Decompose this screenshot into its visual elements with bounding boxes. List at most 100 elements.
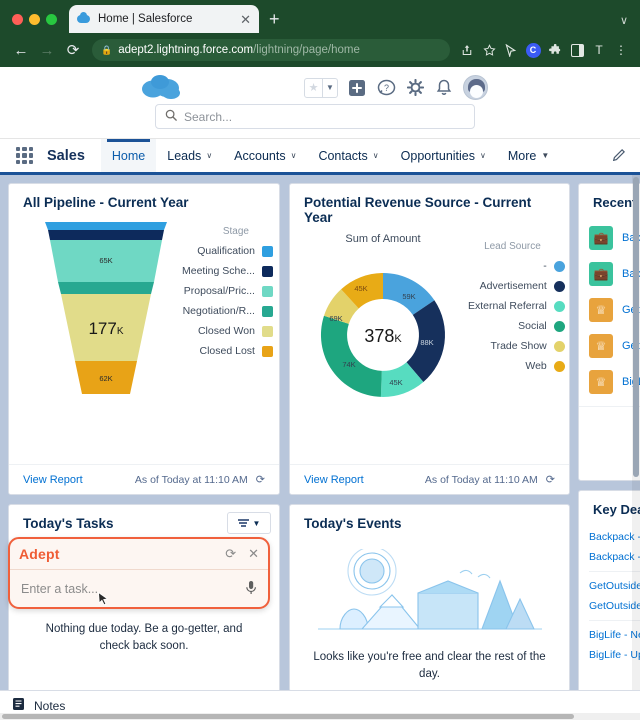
adept-task-widget[interactable]: Adept ⟳ ✕ Enter a task... <box>8 537 270 609</box>
profile-badge-icon[interactable]: C <box>522 39 544 61</box>
help-question-icon[interactable]: ? <box>376 78 396 98</box>
refresh-icon[interactable]: ⟳ <box>546 473 555 486</box>
page-horizontal-scrollbar[interactable] <box>0 713 640 720</box>
reload-button[interactable]: ⟳ <box>60 37 86 63</box>
chevron-down-icon[interactable]: ∨ <box>206 151 212 160</box>
setup-gear-icon[interactable] <box>405 78 425 98</box>
adept-widget-header: Adept ⟳ ✕ <box>10 539 268 570</box>
list-item[interactable]: 💼 Backpack-02 <box>579 256 640 292</box>
window-maximize-button[interactable] <box>46 14 57 25</box>
legend-item[interactable]: Trade Show <box>468 340 565 352</box>
svg-text:45K: 45K <box>354 284 367 293</box>
legend-item[interactable]: Web <box>468 360 565 372</box>
list-item[interactable]: ♕ GetOutside Inc <box>579 292 640 328</box>
tasks-filter-button[interactable]: ▼ <box>227 512 271 534</box>
app-launcher-button[interactable] <box>16 147 33 164</box>
forward-button[interactable]: → <box>34 37 60 63</box>
nav-tab-contacts[interactable]: Contacts ∨ <box>307 139 389 172</box>
nav-tab-label: Home <box>111 148 146 163</box>
refresh-icon[interactable]: ⟳ <box>256 473 265 486</box>
favorites-star-icon[interactable]: ★ <box>305 81 322 94</box>
dashboard-scrollbar[interactable] <box>632 175 640 712</box>
chevron-down-icon[interactable]: ∨ <box>480 151 486 160</box>
chrome-menu-icon[interactable]: ⋮ <box>610 39 632 61</box>
svg-text:59K: 59K <box>402 292 415 301</box>
legend-item[interactable]: Social <box>468 320 565 332</box>
key-deals-list: Backpack - 100 Units Backpack - 250 Unit… <box>579 523 640 669</box>
svg-text:?: ? <box>383 83 388 93</box>
legend-title: Stage <box>222 226 249 237</box>
share-icon[interactable] <box>456 39 478 61</box>
legend-label: Closed Lost <box>199 345 255 357</box>
legend-item[interactable]: Closed Lost <box>182 345 273 357</box>
user-avatar[interactable] <box>463 75 488 100</box>
page-scrollbar-thumb[interactable] <box>2 714 574 719</box>
back-button[interactable]: ← <box>8 37 34 63</box>
chevron-down-icon[interactable]: ∨ <box>620 14 628 27</box>
legend-item[interactable]: Closed Won <box>182 325 273 337</box>
adept-input-row[interactable]: Enter a task... <box>10 570 268 607</box>
search-icon <box>165 109 177 124</box>
address-bar[interactable]: 🔒 adept2.lightning.force.com/lightning/p… <box>92 39 450 61</box>
cursor-icon[interactable] <box>500 39 522 61</box>
notifications-bell-icon[interactable] <box>434 78 454 98</box>
salesforce-cloud-favicon-icon <box>77 12 91 26</box>
list-item[interactable]: ♕ GetOutside LLC <box>579 328 640 364</box>
legend-label: Closed Won <box>197 325 255 337</box>
adept-brand-label: Adept <box>19 546 60 562</box>
svg-text:69K: 69K <box>329 314 342 323</box>
window-minimize-button[interactable] <box>29 14 40 25</box>
close-icon[interactable]: ✕ <box>248 546 259 562</box>
legend-item[interactable]: Advertisement <box>468 280 565 292</box>
chevron-down-icon[interactable]: ∨ <box>291 151 297 160</box>
notes-label[interactable]: Notes <box>34 699 65 713</box>
favorites-control[interactable]: ★ ▼ <box>304 77 338 98</box>
salesforce-cloud-logo <box>137 73 185 103</box>
legend-swatch <box>553 320 565 332</box>
legend-item[interactable]: Meeting Sche... <box>182 265 273 277</box>
donut-legend: Lead Source - Advertisement External Ref… <box>468 231 565 421</box>
microphone-icon[interactable] <box>245 580 257 598</box>
list-item[interactable]: ♕ BigLife Corp <box>579 364 640 400</box>
legend-item[interactable]: - <box>468 260 565 272</box>
global-search-placeholder: Search... <box>184 109 233 124</box>
adept-task-input-placeholder[interactable]: Enter a task... <box>21 582 98 596</box>
extensions-puzzle-icon[interactable] <box>544 39 566 61</box>
edit-page-pencil-icon[interactable] <box>612 148 626 164</box>
legend-item[interactable]: Qualification <box>182 245 273 257</box>
url-domain: adept2.lightning.force.com <box>118 44 254 56</box>
nav-tab-accounts[interactable]: Accounts ∨ <box>223 139 307 172</box>
close-icon[interactable]: ✕ <box>240 13 251 26</box>
nav-tab-opportunities[interactable]: Opportunities ∨ <box>390 139 497 172</box>
nav-tab-home[interactable]: Home <box>100 139 157 172</box>
global-actions-plus-icon[interactable] <box>347 78 367 98</box>
legend-label: Qualification <box>197 245 255 257</box>
chevron-down-icon[interactable]: ∨ <box>373 151 379 160</box>
window-close-button[interactable] <box>12 14 23 25</box>
view-report-link[interactable]: View Report <box>304 474 364 486</box>
card-title: All Pipeline - Current Year <box>23 195 189 210</box>
svg-text:88K: 88K <box>420 338 433 347</box>
legend-item[interactable]: Negotiation/R... <box>182 305 273 317</box>
events-empty-illustration <box>290 537 569 641</box>
new-tab-button[interactable]: + <box>269 10 280 33</box>
as-of-timestamp: As of Today at 11:10 AM <box>134 473 248 486</box>
dashboard-scrollbar-thumb[interactable] <box>633 177 639 477</box>
legend-item[interactable]: External Referral <box>468 300 565 312</box>
nav-tab-more[interactable]: More ▼ <box>497 139 560 172</box>
funnel-chart[interactable]: 65K 177K 62K <box>17 216 182 416</box>
translate-icon[interactable]: T <box>588 39 610 61</box>
nav-tab-leads[interactable]: Leads ∨ <box>156 139 223 172</box>
refresh-icon[interactable]: ⟳ <box>225 546 236 562</box>
chevron-down-icon[interactable]: ▼ <box>322 78 337 97</box>
donut-chart[interactable]: Sum of Amount 59K 88K 45K 74K 69K 45K 37… <box>298 231 468 421</box>
browser-tab[interactable]: Home | Salesforce ✕ <box>69 5 259 33</box>
bookmark-star-icon[interactable] <box>478 39 500 61</box>
list-item[interactable]: 💼 Backpack-01 <box>579 220 640 256</box>
global-search-input[interactable]: Search... <box>155 104 475 129</box>
caret-down-icon[interactable]: ▼ <box>541 151 549 160</box>
legend-item[interactable]: Proposal/Pric... <box>182 285 273 297</box>
side-panel-icon[interactable] <box>566 39 588 61</box>
view-report-link[interactable]: View Report <box>23 474 83 486</box>
legend-label: Web <box>525 360 547 372</box>
